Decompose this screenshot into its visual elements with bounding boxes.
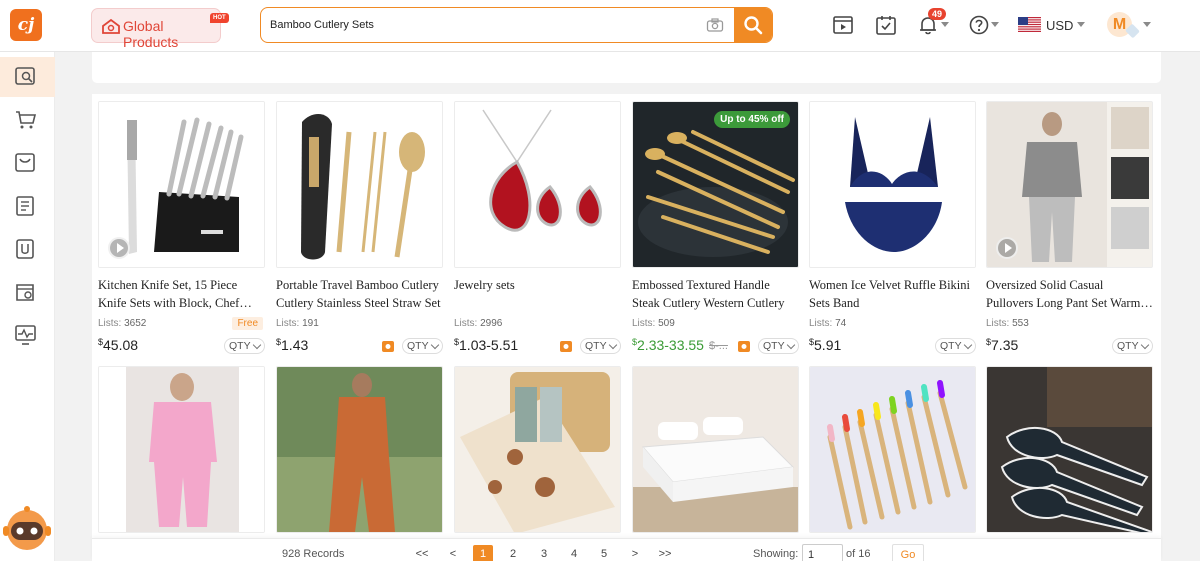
lists-count: Lists: 553 <box>986 318 1029 329</box>
qty-dropdown[interactable]: QTY <box>580 338 621 354</box>
product-image-gold-cutlery[interactable]: Up to 45% off <box>632 101 799 268</box>
product-image-mattress-cover[interactable] <box>632 366 799 533</box>
search-input[interactable] <box>261 8 705 42</box>
product-price: $45.08 <box>98 337 139 353</box>
product-title[interactable]: Embossed Textured Handle Steak Cutlery W… <box>632 276 799 312</box>
us-flag-icon <box>1018 17 1041 32</box>
video-icon[interactable] <box>832 14 854 36</box>
sidebar-item-clipboard[interactable] <box>0 229 55 269</box>
task-check-icon[interactable] <box>875 14 897 36</box>
page-button[interactable]: 5 <box>594 548 614 560</box>
qty-dropdown[interactable]: QTY <box>935 338 976 354</box>
product-price: $1.43 <box>276 337 309 353</box>
play-video-icon[interactable] <box>108 237 130 259</box>
qty-dropdown[interactable]: QTY <box>1112 338 1153 354</box>
page-button-current[interactable]: 1 <box>473 545 493 561</box>
prev-page-button[interactable]: < <box>443 548 463 560</box>
product-image-jewelry[interactable] <box>454 101 621 268</box>
product-title[interactable]: Portable Travel Bamboo Cutlery Cutlery S… <box>276 276 443 312</box>
page-button[interactable]: 2 <box>503 548 523 560</box>
inbox-icon <box>15 153 35 172</box>
product-price: $1.03-5.51 <box>454 337 519 353</box>
camera-icon[interactable] <box>706 17 724 33</box>
last-page-button[interactable]: >> <box>655 548 675 560</box>
page-button[interactable]: 3 <box>534 548 554 560</box>
product-grid: Kitchen Knife Set, 15 Piece Knife Sets w… <box>92 94 1161 561</box>
lists-count: Lists: 191 <box>276 318 319 329</box>
lists-count: Lists: 2996 <box>454 318 503 329</box>
promo-badge: Up to 45% off <box>714 111 790 128</box>
product-title[interactable]: Jewelry sets <box>454 276 621 312</box>
product-image-napkins[interactable] <box>454 366 621 533</box>
product-price: $7.35 <box>986 337 1019 353</box>
clipboard-icon <box>16 239 34 259</box>
product-image-sweatsuit[interactable] <box>986 101 1153 268</box>
product-search-icon <box>15 67 35 85</box>
cj-logo[interactable]: cj <box>10 9 42 41</box>
chevron-down-icon[interactable] <box>991 22 999 27</box>
first-page-button[interactable]: << <box>412 548 432 560</box>
filter-strip <box>92 52 1161 83</box>
search-button[interactable] <box>734 8 772 42</box>
lists-count: Lists: 509 <box>632 318 675 329</box>
product-image-bikini[interactable] <box>809 101 976 268</box>
product-title[interactable]: Kitchen Knife Set, 15 Piece Knife Sets w… <box>98 276 265 312</box>
product-image-orange-suit[interactable] <box>276 366 443 533</box>
sidebar-item-cart[interactable] <box>0 100 55 140</box>
product-title[interactable]: Women Ice Velvet Ruffle Bikini Sets Band <box>809 276 976 312</box>
sidebar-item-inbox[interactable] <box>0 143 55 183</box>
hot-badge: HOT <box>210 13 229 23</box>
page-button[interactable]: 4 <box>564 548 584 560</box>
sidebar <box>0 52 55 561</box>
currency-selector[interactable]: USD <box>1046 18 1073 33</box>
shipping-tag-icon <box>738 341 750 352</box>
notification-badge: 49 <box>928 8 947 20</box>
chevron-down-icon[interactable] <box>1143 22 1151 27</box>
qty-dropdown[interactable]: QTY <box>224 338 265 354</box>
lists-count: Lists: 74 <box>809 318 847 329</box>
shipping-tag-icon <box>382 341 394 352</box>
qty-dropdown[interactable]: QTY <box>402 338 443 354</box>
store-settings-icon <box>16 284 34 301</box>
global-products-label: Global Products <box>123 18 179 50</box>
sidebar-item-product-search[interactable] <box>0 57 55 97</box>
original-price: $-... <box>709 340 728 352</box>
shop-icon <box>102 18 120 34</box>
sidebar-item-analytics[interactable] <box>0 315 55 355</box>
play-video-icon[interactable] <box>996 237 1018 259</box>
chevron-down-icon[interactable] <box>1077 22 1085 27</box>
product-title[interactable]: Oversized Solid Casual Pullovers Long Pa… <box>986 276 1153 312</box>
page-number-input[interactable] <box>802 544 843 561</box>
product-image-bamboo-cutlery[interactable] <box>276 101 443 268</box>
search-bar <box>260 7 773 43</box>
global-products-button[interactable]: Global Products HOT <box>91 8 229 50</box>
product-image-toothbrushes[interactable] <box>809 366 976 533</box>
free-shipping-badge: Free <box>232 317 263 330</box>
product-image-knife-set[interactable] <box>98 101 265 268</box>
lists-count: Lists: 3652 <box>98 318 147 329</box>
search-icon <box>744 16 763 35</box>
sidebar-item-store-settings[interactable] <box>0 272 55 312</box>
product-image-spoons[interactable] <box>986 366 1153 533</box>
shipping-tag-icon <box>560 341 572 352</box>
assistant-robot-icon[interactable] <box>1 502 53 554</box>
sidebar-item-orders[interactable] <box>0 186 55 226</box>
analytics-monitor-icon <box>15 325 36 345</box>
showing-label: Showing: <box>753 548 799 560</box>
orders-list-icon <box>16 196 34 216</box>
pagination-bar: 928 Records << < 1 2 3 4 5 > >> Showing:… <box>92 538 1161 561</box>
product-price: $5.91 <box>809 337 842 353</box>
top-header: cj Global Products HOT Bamboo Cutlery Se… <box>0 0 1200 52</box>
product-image-pink-pajamas[interactable] <box>98 366 265 533</box>
chevron-down-icon[interactable] <box>941 22 949 27</box>
help-icon[interactable] <box>968 14 990 36</box>
product-price: $2.33-33.55 <box>632 337 704 353</box>
go-button[interactable]: Go <box>892 544 924 561</box>
total-pages-label: of 16 <box>846 548 871 560</box>
next-page-button[interactable]: > <box>625 548 645 560</box>
cart-icon <box>16 111 37 129</box>
records-count: 928 Records <box>282 548 345 560</box>
qty-dropdown[interactable]: QTY <box>758 338 799 354</box>
